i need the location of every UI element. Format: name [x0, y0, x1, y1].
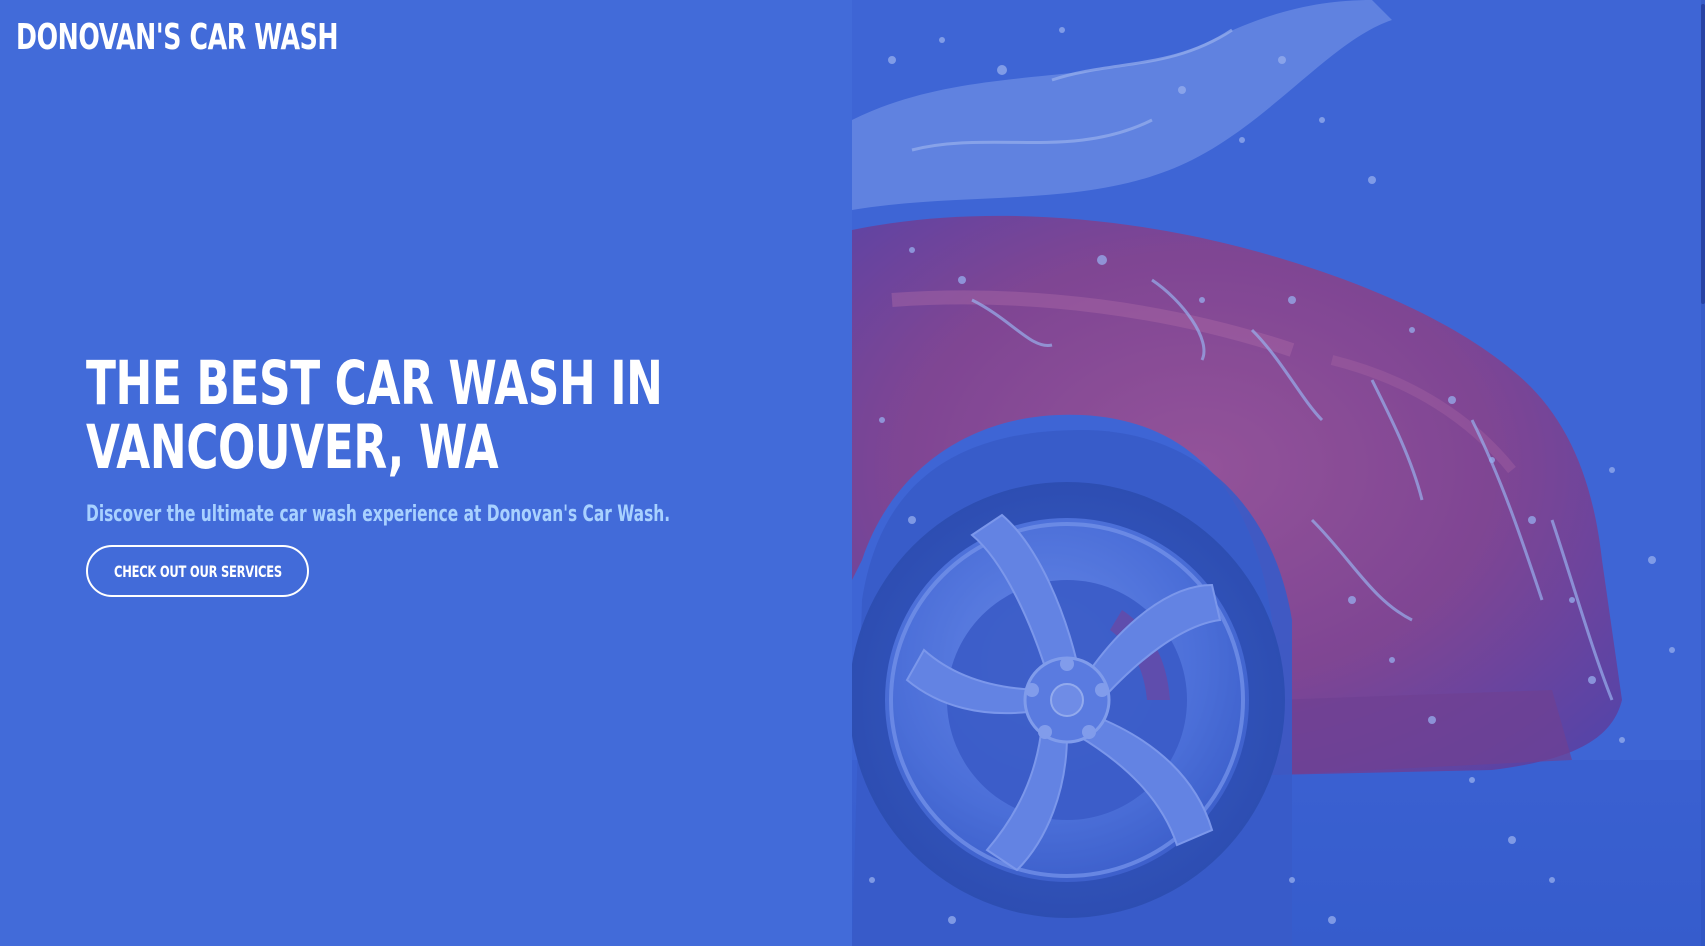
hero-image-panel [852, 0, 1705, 946]
scrollbar-track[interactable] [1701, 0, 1705, 946]
hero-content: THE BEST CAR WASH IN VANCOUVER, WA Disco… [86, 352, 826, 597]
site-logo[interactable]: DONOVAN'S CAR WASH [16, 14, 339, 62]
car-wash-image [852, 0, 1705, 946]
scrollbar-thumb[interactable] [1701, 4, 1705, 304]
hero-title: THE BEST CAR WASH IN VANCOUVER, WA [86, 348, 663, 483]
page: DONOVAN'S CAR WASH THE BEST CAR WASH IN … [0, 0, 1705, 946]
check-out-services-label: CHECK OUT OUR SERVICES [113, 561, 282, 581]
hero-subtitle: Discover the ultimate car wash experienc… [86, 502, 671, 527]
check-out-services-button[interactable]: CHECK OUT OUR SERVICES [86, 545, 309, 597]
hero-section: DONOVAN'S CAR WASH THE BEST CAR WASH IN … [0, 0, 852, 946]
